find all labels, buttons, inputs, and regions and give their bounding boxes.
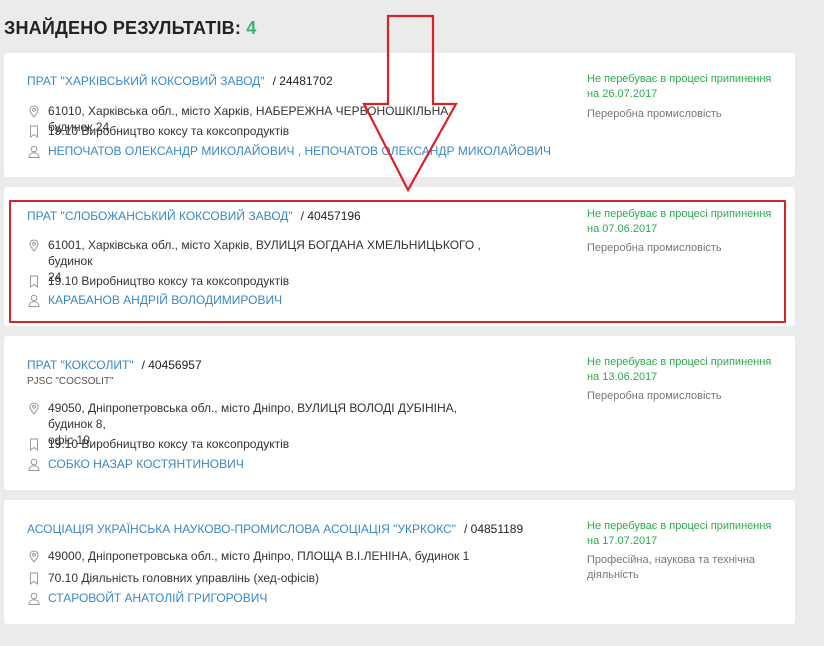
address-line: 61001, Харківська обл., місто Харків, ВУ… — [48, 238, 481, 268]
status-date: на 07.06.2017 — [587, 223, 658, 235]
result-card: ПРАТ "ХАРКІВСЬКИЙ КОКСОВИЙ ЗАВОД" / 2448… — [4, 53, 795, 177]
persons-row: СТАРОВОЙТ АНАТОЛІЙ ГРИГОРОВИЧ — [27, 590, 497, 606]
company-name-row: АСОЦІАЦІЯ УКРАЇНСЬКА НАУКОВО-ПРОМИСЛОВА … — [27, 521, 523, 537]
location-pin-icon — [27, 237, 41, 253]
user-icon — [27, 143, 41, 159]
activity-row: 19.10 Виробництво коксу та коксопродукті… — [27, 273, 497, 289]
status-text: Не перебуває в процесі припинення на 26.… — [587, 72, 787, 102]
status-line: Не перебуває в процесі припинення — [587, 208, 772, 220]
company-name-link[interactable]: АСОЦІАЦІЯ УКРАЇНСЬКА НАУКОВО-ПРОМИСЛОВА … — [27, 521, 456, 537]
person-link[interactable]: НЕПОЧАТОВ ОЛЕКСАНДР МИКОЛАЙОВИЧ , НЕПОЧА… — [48, 143, 551, 159]
bookmark-icon — [27, 436, 41, 452]
sector-text: Переробна промисловість — [587, 107, 762, 122]
company-code: / 40457196 — [300, 209, 361, 223]
status-date: на 26.07.2017 — [587, 88, 658, 100]
sector-line: діяльність — [587, 569, 639, 581]
activity-text: 19.10 Виробництво коксу та коксопродукті… — [48, 437, 290, 451]
status-text: Не перебуває в процесі припинення на 07.… — [587, 207, 787, 237]
location-pin-icon — [27, 400, 41, 416]
person-link[interactable]: СОБКО НАЗАР КОСТЯНТИНОВИЧ — [48, 456, 244, 472]
user-icon — [27, 590, 41, 606]
user-icon — [27, 456, 41, 472]
persons-row: СОБКО НАЗАР КОСТЯНТИНОВИЧ — [27, 456, 497, 472]
address-text: 49000, Дніпропетровська обл., місто Дніп… — [48, 548, 469, 564]
status-date: на 17.07.2017 — [587, 535, 658, 547]
result-card: АСОЦІАЦІЯ УКРАЇНСЬКА НАУКОВО-ПРОМИСЛОВА … — [4, 500, 795, 624]
sector-line: Професійна, наукова та технічна — [587, 554, 756, 566]
persons-row: НЕПОЧАТОВ ОЛЕКСАНДР МИКОЛАЙОВИЧ , НЕПОЧА… — [27, 143, 587, 159]
address-line: 49000, Дніпропетровська обл., місто Дніп… — [48, 549, 470, 563]
address-row: 49000, Дніпропетровська обл., місто Дніп… — [27, 548, 497, 564]
status-text: Не перебуває в процесі припинення на 13.… — [587, 355, 787, 385]
company-alt-name: PJSC "COCSOLIT" — [27, 376, 114, 387]
sector-text: Переробна промисловість — [587, 389, 762, 404]
status-line: Не перебуває в процесі припинення — [587, 520, 772, 532]
address-line: 49050, Дніпропетровська обл., місто Дніп… — [48, 401, 458, 431]
status-date: на 13.06.2017 — [587, 371, 658, 383]
company-name-row: ПРАТ "СЛОБОЖАНСЬКИЙ КОКСОВИЙ ЗАВОД" / 40… — [27, 208, 361, 224]
persons-row: КАРАБАНОВ АНДРІЙ ВОЛОДИМИРОВИЧ — [27, 292, 497, 308]
bookmark-icon — [27, 123, 41, 139]
company-name-link[interactable]: ПРАТ "ХАРКІВСЬКИЙ КОКСОВИЙ ЗАВОД" — [27, 73, 265, 89]
company-code: / 04851189 — [463, 522, 524, 536]
company-name-link[interactable]: ПРАТ "СЛОБОЖАНСЬКИЙ КОКСОВИЙ ЗАВОД" — [27, 208, 293, 224]
activity-text: 19.10 Виробництво коксу та коксопродукті… — [48, 274, 290, 288]
results-count: 4 — [246, 18, 257, 38]
sector-line: Переробна промисловість — [587, 390, 722, 402]
company-name-row: ПРАТ "ХАРКІВСЬКИЙ КОКСОВИЙ ЗАВОД" / 2448… — [27, 73, 333, 89]
result-card: ПРАТ "СЛОБОЖАНСЬКИЙ КОКСОВИЙ ЗАВОД" / 40… — [4, 187, 795, 326]
status-line: Не перебуває в процесі припинення — [587, 73, 772, 85]
company-name-row: ПРАТ "КОКСОЛИТ" / 40456957 — [27, 357, 202, 373]
sector-line: Переробна промисловість — [587, 242, 722, 254]
company-code: / 24481702 — [272, 74, 333, 88]
person-link[interactable]: КАРАБАНОВ АНДРІЙ ВОЛОДИМИРОВИЧ — [48, 292, 282, 308]
user-icon — [27, 292, 41, 308]
company-code: / 40456957 — [141, 358, 202, 372]
status-text: Не перебуває в процесі припинення на 17.… — [587, 519, 787, 549]
location-pin-icon — [27, 103, 41, 119]
activity-text: 19.10 Виробництво коксу та коксопродукті… — [48, 124, 290, 138]
bookmark-icon — [27, 570, 41, 586]
activity-row: 70.10 Діяльність головних управлінь (хед… — [27, 570, 497, 586]
company-name-link[interactable]: ПРАТ "КОКСОЛИТ" — [27, 357, 134, 373]
location-pin-icon — [27, 548, 41, 564]
results-heading: ЗНАЙДЕНО РЕЗУЛЬТАТІВ: 4 — [4, 18, 256, 39]
activity-row: 19.10 Виробництво коксу та коксопродукті… — [27, 436, 497, 452]
sector-text: Переробна промисловість — [587, 241, 762, 256]
status-line: Не перебуває в процесі припинення — [587, 356, 772, 368]
bookmark-icon — [27, 273, 41, 289]
sector-text: Професійна, наукова та технічна діяльніс… — [587, 553, 762, 583]
person-link[interactable]: СТАРОВОЙТ АНАТОЛІЙ ГРИГОРОВИЧ — [48, 590, 267, 606]
activity-text: 70.10 Діяльність головних управлінь (хед… — [48, 571, 320, 585]
sector-line: Переробна промисловість — [587, 108, 722, 120]
activity-row: 19.10 Виробництво коксу та коксопродукті… — [27, 123, 497, 139]
results-heading-label: ЗНАЙДЕНО РЕЗУЛЬТАТІВ: — [4, 18, 242, 38]
result-card: ПРАТ "КОКСОЛИТ" / 40456957 PJSC "COCSOLI… — [4, 336, 795, 490]
